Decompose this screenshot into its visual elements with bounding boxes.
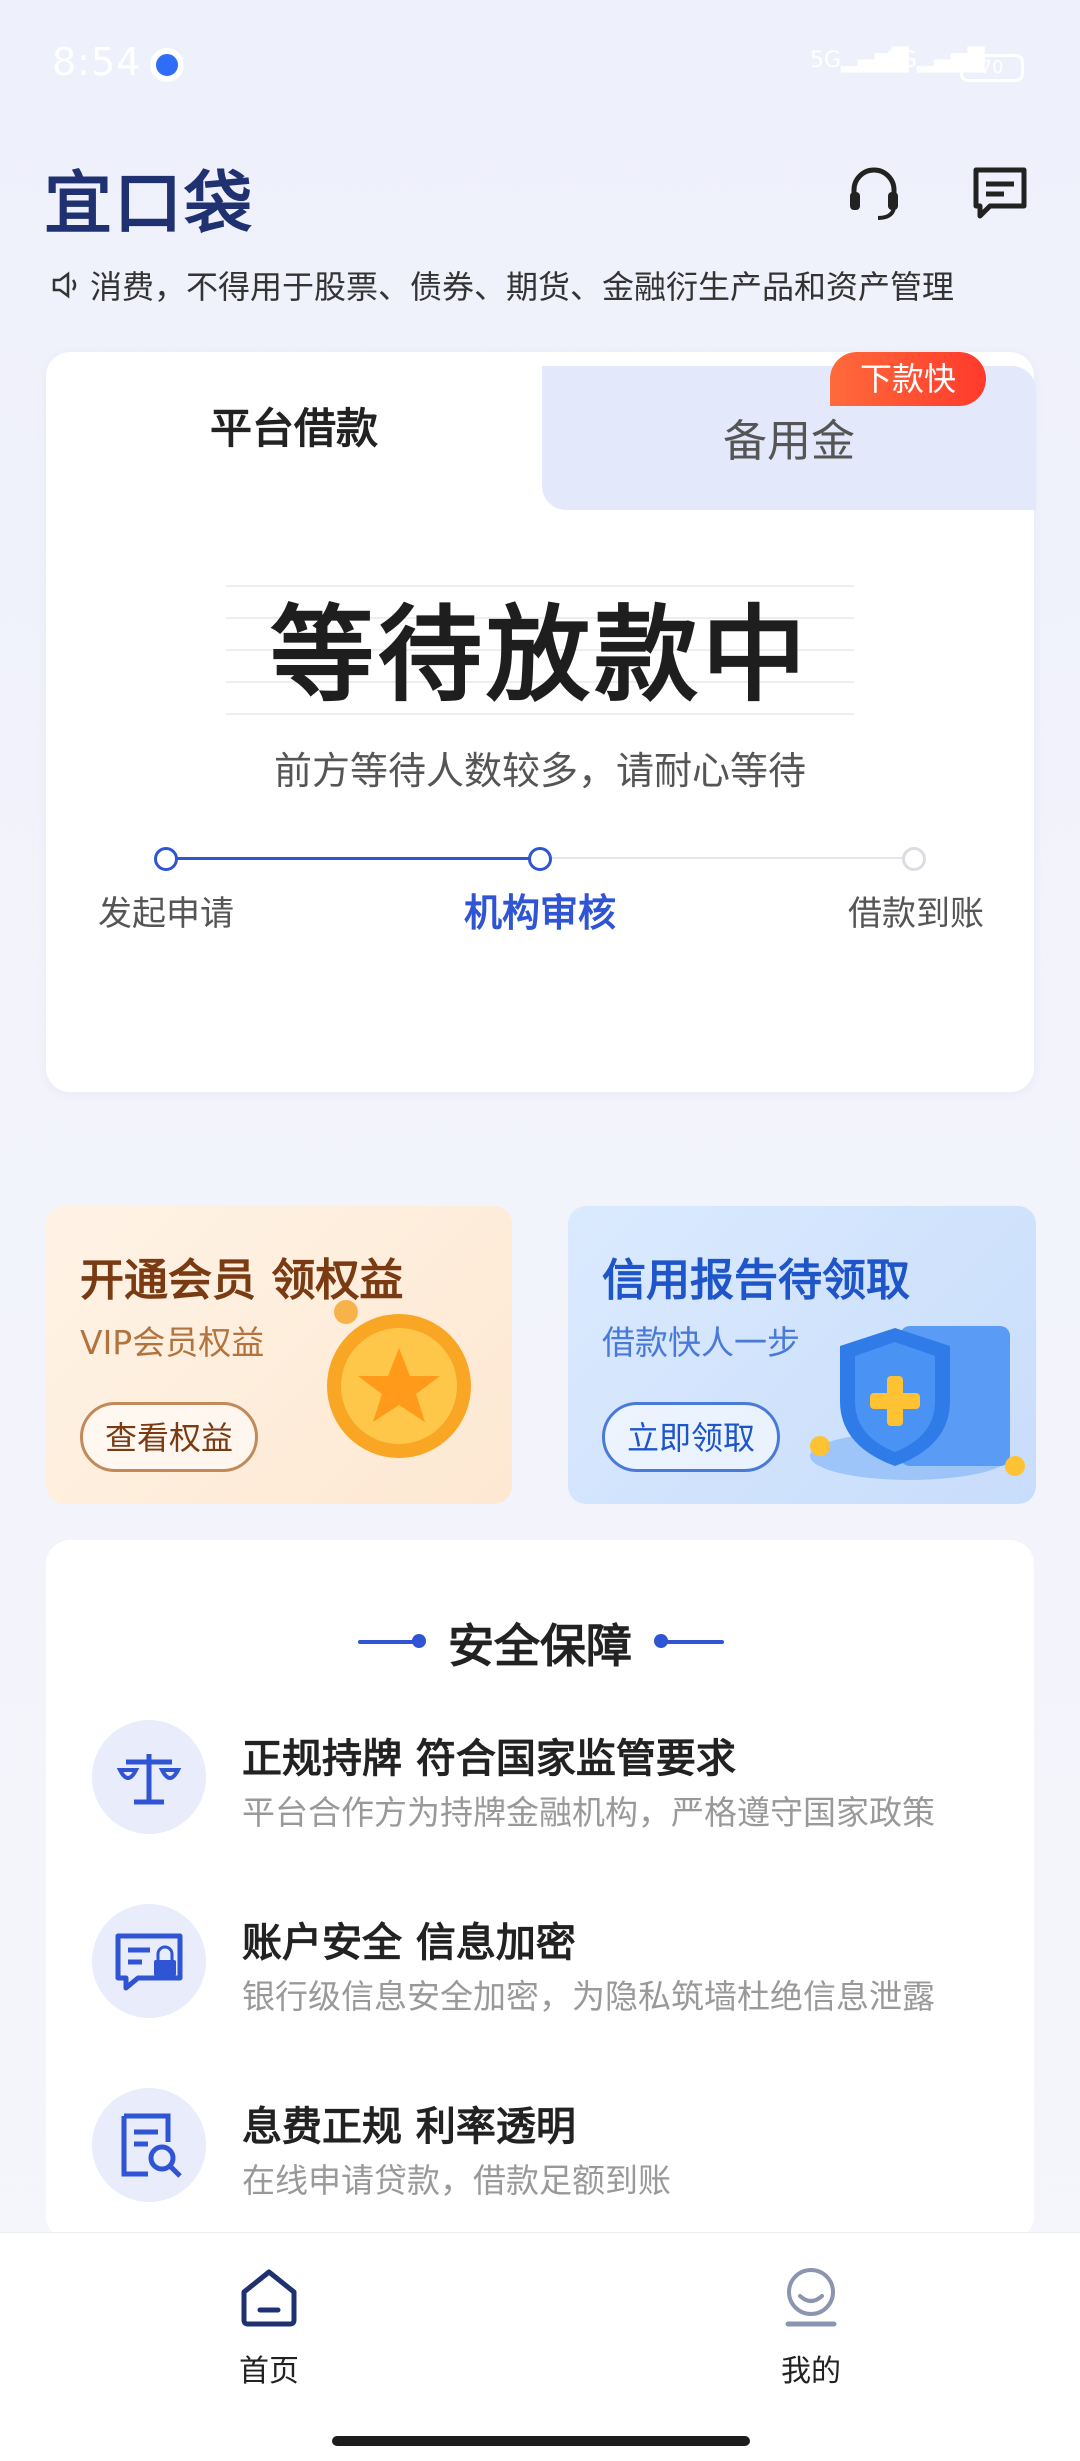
fast-loan-badge: 下款快 [830,352,986,406]
status-time: 8:54 [52,40,142,84]
progress-dot [902,847,926,871]
tab-platform-loan[interactable]: 平台借款 [46,395,542,456]
home-icon[interactable] [238,2266,300,2332]
star-coin-icon [314,1296,484,1470]
notice-text: 消费，不得用于股票、债券、期货、金融衍生产品和资产管理 [90,268,955,306]
security-item-desc: 平台合作方为持牌金融机构，严格遵守国家政策 [242,1793,935,1832]
notice-bar: 消费，不得用于股票、债券、期货、金融衍生产品和资产管理 [50,262,1060,306]
speaker-icon [50,270,90,306]
progress-dot [154,847,178,871]
security-item-desc: 在线申请贷款，借款足额到账 [242,2161,671,2200]
document-search-icon [92,2088,206,2202]
promo-subtitle: 借款快人一步 [602,1323,800,1362]
status-subtitle: 前方等待人数较多，请耐心等待 [273,749,806,793]
security-title: 安全保障 [448,1619,632,1673]
profile-icon[interactable] [780,2266,842,2332]
battery-indicator: 70 [960,54,1024,82]
credit-report-card[interactable]: 信用报告待领取 借款快人一步 立即领取 [568,1206,1036,1504]
promo-title: 信用报告待领取 [602,1255,910,1306]
app-logo: 宜口袋 [44,165,255,244]
view-benefits-button[interactable]: 查看权益 [80,1402,259,1472]
promo-subtitle: VIP会员权益 [80,1323,265,1362]
progress-line-done [166,857,540,860]
security-item-title: 账户安全 信息加密 [242,1920,576,1966]
tab-backup-fund-label[interactable]: 备用金 [542,405,1036,469]
secure-chat-icon [92,1904,206,2018]
app-notification-icon [150,48,184,82]
status-title: 等待放款中 [269,594,810,716]
claim-now-button[interactable]: 立即领取 [602,1402,781,1472]
status-bar: 8:54 5G▂▄▆█ 5G▂▄▆█ 70 [0,0,1080,130]
message-icon[interactable] [968,160,1032,224]
step-arrival: 借款到账 [848,894,984,934]
scale-icon [92,1720,206,1834]
security-item-title: 息费正规 利率透明 [242,2104,576,2150]
progress-dot [528,847,552,871]
security-item-title: 正规持牌 符合国家监管要求 [242,1736,736,1782]
step-apply: 发起申请 [98,894,234,934]
progress-line-pending [540,857,914,859]
step-review: 机构审核 [463,891,616,935]
home-indicator [332,2436,750,2446]
nav-mine[interactable]: 我的 [751,2346,871,2390]
security-item-desc: 银行级信息安全加密，为隐私筑墙杜绝信息泄露 [242,1977,935,2016]
shield-icon [800,1306,1030,1500]
vip-promo-card[interactable]: 开通会员 领权益 VIP会员权益 查看权益 [46,1206,512,1504]
nav-home[interactable]: 首页 [209,2346,329,2390]
headset-icon[interactable] [842,160,906,224]
bottom-nav [0,2232,1080,2461]
